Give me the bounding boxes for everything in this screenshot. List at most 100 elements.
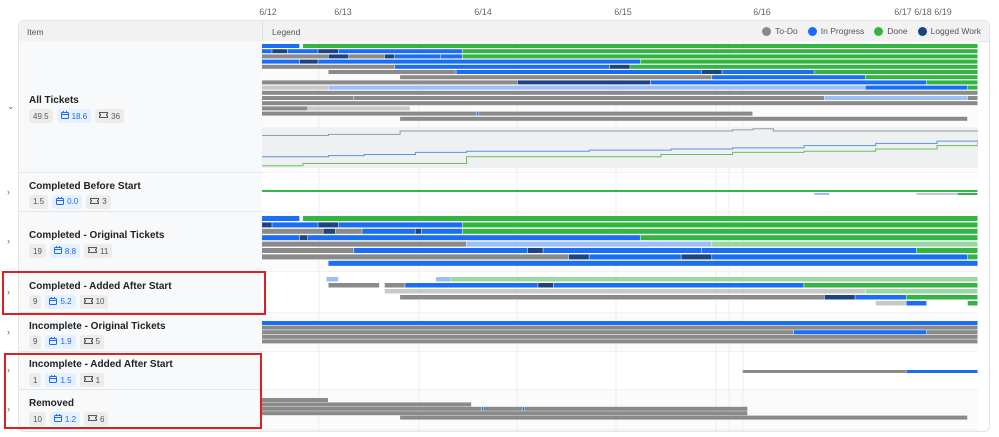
legend-dot-icon — [762, 26, 772, 36]
gantt-bar-p — [589, 254, 681, 260]
gantt-bar-p — [308, 235, 640, 241]
gantt-bar-p — [362, 228, 415, 234]
gantt-bar-d — [804, 283, 978, 288]
days-badge: 1.2 — [49, 412, 81, 426]
gantt-bar-d — [967, 85, 978, 90]
ticket-count: 1 — [95, 375, 101, 385]
gantt-bar-lp — [328, 85, 865, 90]
legend-item: Logged Work — [917, 26, 981, 36]
days-value: 8.8 — [64, 246, 77, 256]
gantt-bar-ld — [865, 289, 978, 294]
gantt-bar-p — [543, 248, 702, 253]
legend-item: In Progress — [807, 26, 864, 36]
story-points-badge: 9 — [29, 334, 42, 349]
ticket-count-badge: 10 — [79, 294, 109, 309]
legend: To-Do In Progress Done Logged Work — [762, 26, 981, 36]
gantt-bar-p — [906, 301, 927, 306]
calendar-icon — [60, 111, 69, 121]
calendar-icon — [49, 375, 58, 385]
date-tick: 6/13 — [334, 7, 352, 17]
gantt-bar-p — [272, 222, 318, 228]
gantt-bar-lp — [466, 241, 712, 247]
days-value: 5.2 — [60, 297, 72, 306]
chevron-right-icon[interactable]: › — [7, 187, 10, 197]
story-points-badge: 1 — [29, 373, 42, 387]
gantt-bar-t — [742, 370, 906, 373]
gantt-bar-d — [462, 228, 978, 234]
group-badges: 10 1.2 6 — [29, 412, 109, 426]
group-row-completed-before-start[interactable]: › Completed Before Start 1.5 0.0 3 — [7, 173, 263, 212]
chevron-right-icon[interactable]: › — [7, 404, 10, 414]
group-row-incomplete-added-after-start[interactable]: › Incomplete - Added After Start 1 1.5 1 — [7, 352, 263, 390]
group-row-incomplete-original-tickets[interactable]: › Incomplete - Original Tickets 9 1.9 5 — [7, 313, 263, 352]
calendar-icon — [53, 246, 62, 256]
gantt-bar-p — [394, 54, 441, 59]
gantt-bar-t — [262, 101, 978, 106]
group-row-completed-original-tickets[interactable]: › Completed - Original Tickets 19 8.8 11 — [7, 212, 263, 272]
gantt-bar-d — [302, 216, 978, 221]
gantt-bar-t — [400, 415, 968, 420]
legend-dot-icon — [874, 26, 884, 36]
gantt-bar-t — [262, 96, 354, 100]
ticket-icon — [88, 246, 98, 256]
group-title: Completed - Original Tickets — [29, 230, 165, 241]
gantt-bar-p — [421, 228, 462, 234]
story-points: 1 — [33, 375, 38, 385]
gantt-bar-t — [328, 70, 456, 74]
chevron-right-icon[interactable]: › — [7, 287, 10, 297]
group-row-completed-added-after-start[interactable]: › Completed - Added After Start 9 5.2 10 — [7, 272, 263, 313]
date-tick: 6/18 — [914, 7, 932, 17]
gantt-bar-p — [338, 222, 462, 228]
gantt-bar-p — [441, 54, 462, 59]
gantt-bar-p — [722, 70, 814, 74]
calendar-icon — [53, 414, 62, 424]
gantt-bar-p — [262, 44, 300, 48]
chevron-right-icon[interactable]: › — [7, 365, 10, 375]
days-badge: 5.2 — [45, 294, 76, 309]
legend-label: Done — [887, 26, 908, 36]
ticket-count: 11 — [100, 246, 109, 256]
row-background — [262, 173, 978, 212]
gantt-bar-t — [262, 334, 978, 339]
gantt-bar-p — [553, 283, 804, 288]
gantt-bar-ld — [451, 277, 978, 282]
gantt-bar-p — [262, 49, 272, 54]
days-badge: 1.5 — [45, 373, 76, 387]
gantt-bar-p — [328, 260, 978, 266]
gantt-bar-lp — [326, 277, 339, 282]
gantt-bar-p — [262, 216, 300, 221]
calendar-icon — [49, 336, 58, 347]
ticket-icon — [83, 375, 93, 385]
date-tick: 6/19 — [934, 7, 952, 17]
days-badge: 18.6 — [56, 109, 92, 123]
story-points: 19 — [33, 246, 42, 256]
gantt-bar-t — [262, 398, 328, 402]
gantt-bar-d — [967, 301, 978, 306]
group-row-removed[interactable]: › Removed 10 1.2 6 — [7, 390, 263, 430]
gantt-bar-t — [335, 228, 362, 234]
group-row-all-tickets[interactable]: ⌄ All Tickets 49.5 18.6 36 — [7, 41, 263, 173]
ticket-icon — [88, 414, 98, 424]
group-title: Incomplete - Original Tickets — [29, 320, 166, 332]
date-tick: 6/15 — [614, 7, 632, 17]
legend-item: To-Do — [762, 26, 798, 36]
gantt-bar-d — [262, 190, 978, 192]
gantt-bar-d — [906, 295, 978, 300]
gantt-bar-ld — [712, 241, 978, 247]
chevron-down-icon[interactable]: ⌄ — [7, 101, 15, 112]
ticket-count-badge: 1 — [79, 373, 105, 387]
date-tick: 6/12 — [259, 7, 277, 17]
gantt-bar-lp — [824, 96, 968, 100]
gantt-bar-lt — [308, 106, 410, 111]
gantt-bar-t — [262, 411, 748, 416]
gantt-bar-t — [478, 111, 753, 116]
gantt-bar-l — [299, 235, 308, 241]
column-header-legend: Legend — [272, 27, 301, 37]
ticket-count: 36 — [111, 111, 121, 121]
gantt-bar-t — [384, 283, 405, 288]
chevron-right-icon[interactable]: › — [7, 236, 10, 246]
ticket-icon — [90, 197, 100, 207]
chevron-right-icon[interactable]: › — [7, 327, 10, 337]
gantt-bar-d — [916, 248, 978, 253]
gantt-bar-t — [328, 283, 380, 288]
